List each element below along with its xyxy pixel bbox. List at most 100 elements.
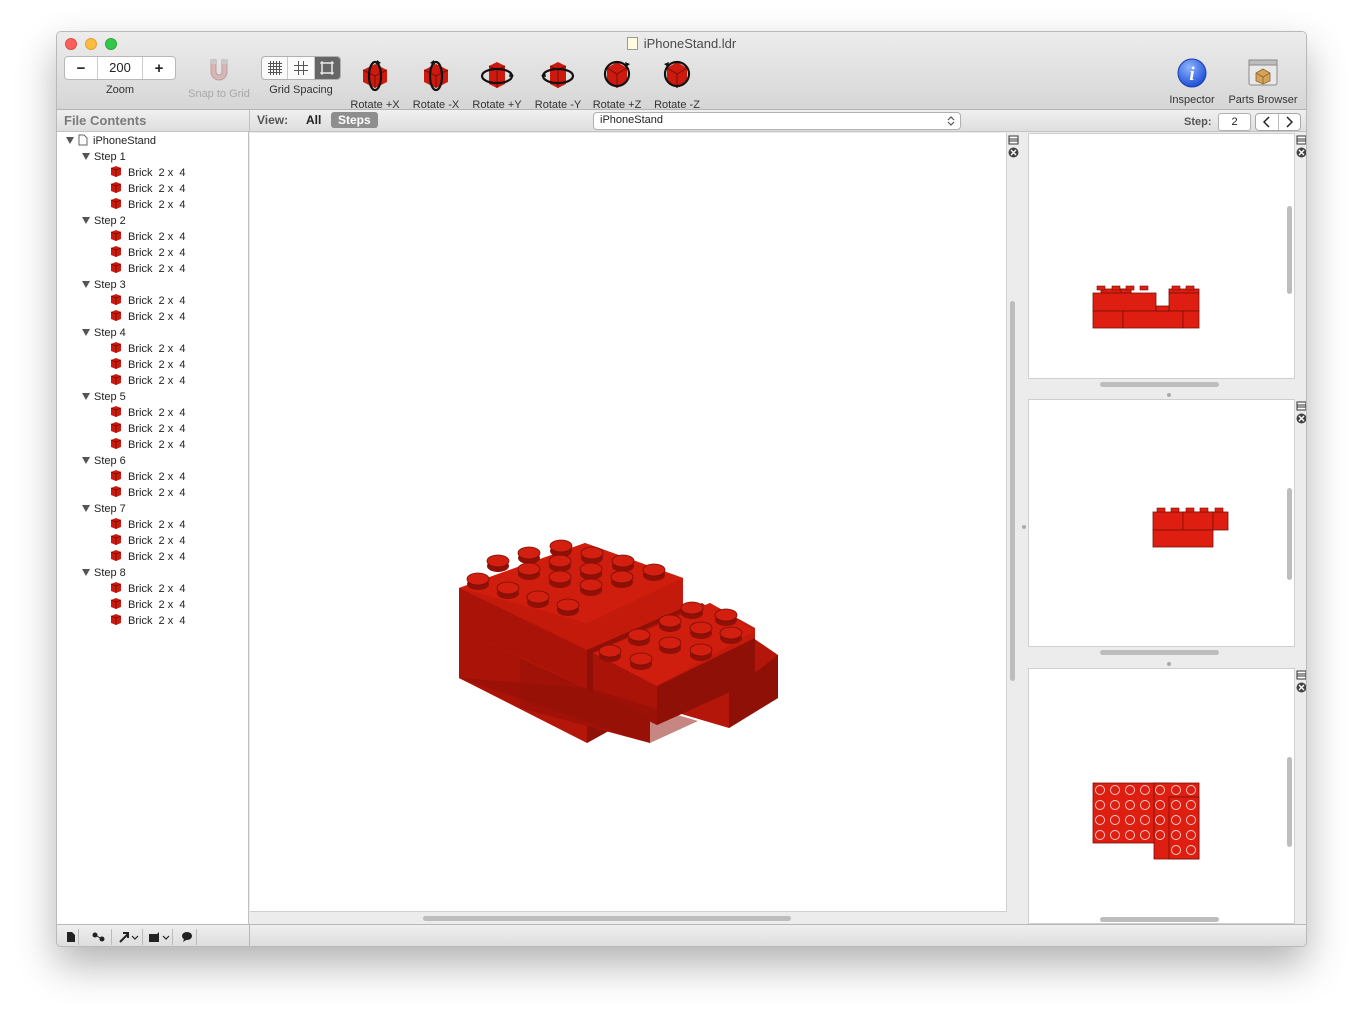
disclosure-triangle-icon[interactable]: [82, 153, 90, 160]
close-view-icon[interactable]: [1008, 147, 1019, 158]
brick-icon: [110, 486, 122, 497]
tree-step-7[interactable]: Step 7: [57, 501, 248, 517]
rotate-minus-y-button[interactable]: Rotate -Y: [528, 56, 588, 111]
brick-icon: [110, 246, 122, 257]
close-view-icon[interactable]: [1296, 682, 1307, 693]
view-steps-button[interactable]: Steps: [331, 112, 378, 128]
tree-part-item[interactable]: Brick 2 x 4: [57, 373, 248, 389]
next-step-button[interactable]: [1279, 114, 1301, 130]
tree-part-item[interactable]: Brick 2 x 4: [57, 181, 248, 197]
tree-step-8[interactable]: Step 8: [57, 565, 248, 581]
tree-part-item[interactable]: Brick 2 x 4: [57, 357, 248, 373]
tree-step-6[interactable]: Step 6: [57, 453, 248, 469]
inspector-button[interactable]: i Inspector: [1162, 56, 1222, 106]
tree-part-item[interactable]: Brick 2 x 4: [57, 517, 248, 533]
tree-part-item[interactable]: Brick 2 x 4: [57, 533, 248, 549]
tree-part-item[interactable]: Brick 2 x 4: [57, 597, 248, 613]
side-viewport-side[interactable]: [1028, 399, 1295, 655]
tree-part-item[interactable]: Brick 2 x 4: [57, 549, 248, 565]
tree-part-item[interactable]: Brick 2 x 4: [57, 405, 248, 421]
front-vertical-scrollbar[interactable]: [1287, 206, 1292, 294]
grid-medium-segment[interactable]: [288, 57, 315, 79]
tree-part-item[interactable]: Brick 2 x 4: [57, 437, 248, 453]
rotate-plus-x-button[interactable]: Rotate +X: [345, 56, 405, 111]
stud-top: [466, 572, 490, 586]
add-part-menu-button[interactable]: [145, 929, 173, 945]
app-window: iPhoneStand.ldr − 200 + Zoom Snap to Gri…: [56, 31, 1307, 947]
zoom-value-field[interactable]: 200: [97, 57, 143, 79]
close-view-icon[interactable]: [1296, 413, 1307, 424]
split-view-icon[interactable]: [1296, 401, 1307, 412]
rotate-plus-y-button[interactable]: Rotate +Y: [467, 56, 527, 111]
main-3d-viewport[interactable]: [250, 133, 1015, 921]
disclosure-triangle-icon[interactable]: [82, 393, 90, 400]
view-all-button[interactable]: All: [306, 113, 321, 127]
tree-part-item[interactable]: Brick 2 x 4: [57, 197, 248, 213]
split-view-icon[interactable]: [1296, 135, 1307, 146]
disclosure-triangle-icon[interactable]: [82, 505, 90, 512]
model-select[interactable]: iPhoneStand: [593, 112, 961, 130]
side-viewport-top[interactable]: [1028, 668, 1295, 924]
zoom-in-button[interactable]: +: [143, 60, 175, 77]
close-view-icon[interactable]: [1296, 147, 1307, 158]
tree-step-3[interactable]: Step 3: [57, 277, 248, 293]
grid-coarse-segment[interactable]: [314, 57, 340, 79]
top-vertical-scrollbar[interactable]: [1287, 757, 1292, 847]
tree-part-item[interactable]: Brick 2 x 4: [57, 421, 248, 437]
tree-step-1[interactable]: Step 1: [57, 149, 248, 165]
rotate-plus-y-icon: [480, 62, 514, 88]
parts-browser-button[interactable]: Parts Browser: [1222, 56, 1304, 106]
file-contents-title: File Contents: [64, 113, 147, 128]
side-vertical-scrollbar[interactable]: [1287, 488, 1292, 580]
tree-step-2[interactable]: Step 2: [57, 213, 248, 229]
disclosure-triangle-icon[interactable]: [82, 329, 90, 336]
stud-top: [556, 598, 580, 612]
tree-part-item[interactable]: Brick 2 x 4: [57, 581, 248, 597]
side-horizontal-scrollbar[interactable]: [1100, 650, 1219, 655]
rotate-minus-z-button[interactable]: Rotate -Z: [647, 56, 707, 111]
tree-part-label: Brick 2 x 4: [128, 199, 186, 211]
vertical-split-divider[interactable]: [1020, 133, 1028, 924]
main-horizontal-scrollbar[interactable]: [423, 916, 791, 921]
split-view-icon[interactable]: [1296, 670, 1307, 681]
grid-fine-segment[interactable]: [262, 57, 289, 79]
front-horizontal-scrollbar[interactable]: [1100, 382, 1219, 387]
prev-step-button[interactable]: [1256, 114, 1279, 130]
tree-part-item[interactable]: Brick 2 x 4: [57, 293, 248, 309]
side-viewport-front[interactable]: [1028, 133, 1295, 387]
disclosure-triangle-icon[interactable]: [82, 569, 90, 576]
transform-menu-button[interactable]: [115, 929, 143, 945]
step-field[interactable]: 2: [1218, 113, 1251, 131]
main-vertical-scrollbar[interactable]: [1010, 301, 1015, 681]
tree-step-5[interactable]: Step 5: [57, 389, 248, 405]
new-file-button[interactable]: [63, 929, 79, 945]
horizontal-divider-handle[interactable]: [1167, 662, 1171, 666]
tree-part-item[interactable]: Brick 2 x 4: [57, 261, 248, 277]
split-view-icon[interactable]: [1008, 135, 1019, 146]
tree-step-4[interactable]: Step 4: [57, 325, 248, 341]
tree-step-label: Step 7: [94, 503, 126, 515]
tree-part-item[interactable]: Brick 2 x 4: [57, 469, 248, 485]
tree-root-model[interactable]: iPhoneStand: [57, 133, 248, 149]
snap-to-grid-button[interactable]: Snap to Grid: [181, 56, 257, 100]
disclosure-triangle-icon[interactable]: [82, 281, 90, 288]
disclosure-triangle-icon[interactable]: [82, 217, 90, 224]
disclosure-triangle-icon[interactable]: [82, 457, 90, 464]
tree-part-item[interactable]: Brick 2 x 4: [57, 485, 248, 501]
tree-part-item[interactable]: Brick 2 x 4: [57, 309, 248, 325]
top-horizontal-scrollbar[interactable]: [1100, 917, 1219, 922]
new-step-button[interactable]: [86, 929, 112, 945]
tree-root-label: iPhoneStand: [93, 135, 156, 147]
tree-part-item[interactable]: Brick 2 x 4: [57, 613, 248, 629]
comment-button[interactable]: [177, 929, 197, 945]
horizontal-divider-handle[interactable]: [1167, 393, 1171, 397]
rotate-plus-z-button[interactable]: Rotate +Z: [587, 56, 647, 111]
disclosure-triangle-icon[interactable]: [66, 137, 74, 144]
tree-part-item[interactable]: Brick 2 x 4: [57, 245, 248, 261]
tree-part-item[interactable]: Brick 2 x 4: [57, 229, 248, 245]
zoom-out-button[interactable]: −: [65, 60, 97, 77]
rotate-minus-x-button[interactable]: Rotate -X: [406, 56, 466, 111]
tree-part-item[interactable]: Brick 2 x 4: [57, 165, 248, 181]
stud-top: [549, 539, 573, 553]
tree-part-item[interactable]: Brick 2 x 4: [57, 341, 248, 357]
